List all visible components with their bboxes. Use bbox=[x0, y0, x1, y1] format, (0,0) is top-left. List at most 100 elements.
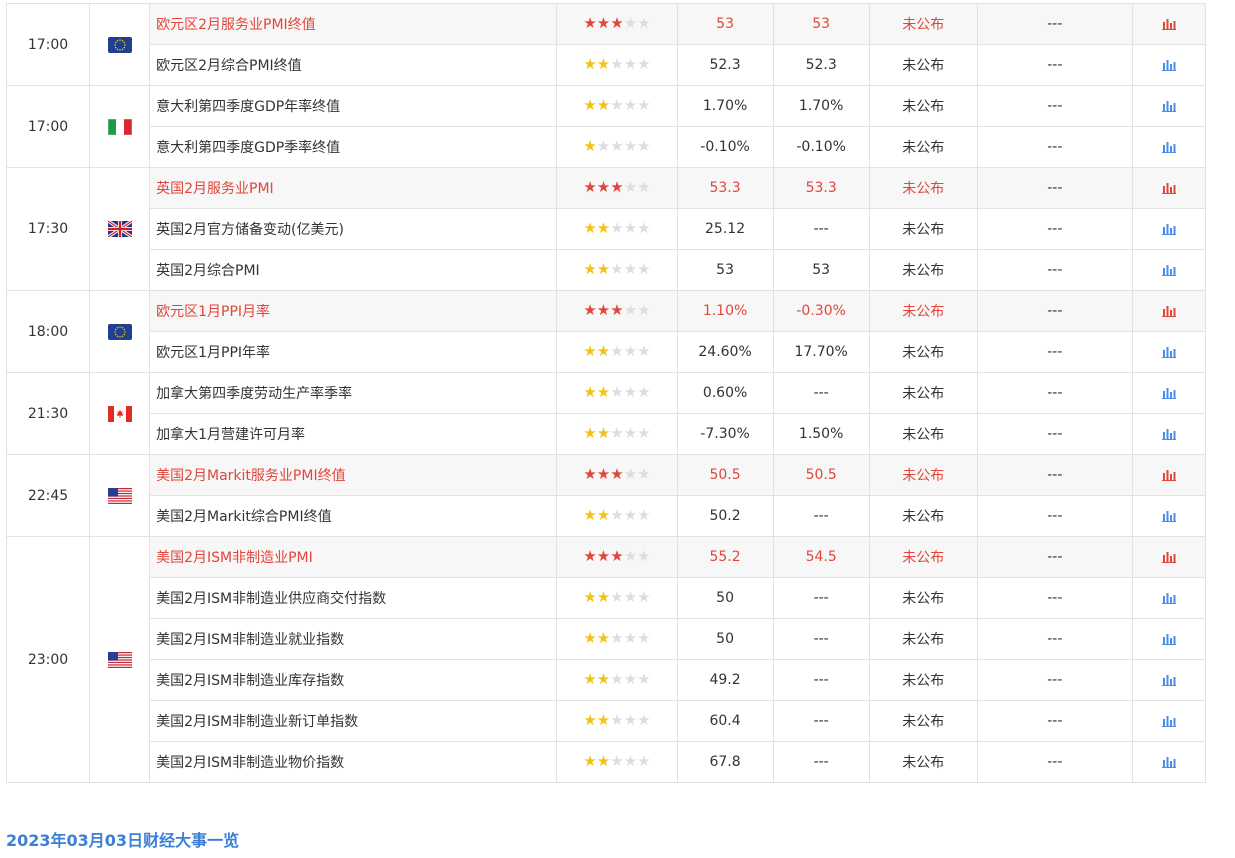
bar-chart-icon[interactable] bbox=[1161, 344, 1176, 360]
indicator-name[interactable]: 加拿大1月营建许可月率 bbox=[149, 413, 558, 455]
indicator-name[interactable]: 欧元区2月综合PMI终值 bbox=[149, 44, 558, 86]
indicator-name[interactable]: 美国2月ISM非制造业供应商交付指数 bbox=[149, 577, 558, 619]
star-icon: ★ bbox=[637, 465, 651, 483]
bar-chart-icon[interactable] bbox=[1161, 303, 1176, 319]
star-icon: ★ bbox=[596, 383, 611, 401]
star-icon: ★ bbox=[623, 629, 638, 647]
actual-value: 未公布 bbox=[868, 577, 978, 619]
indicator-name[interactable]: 加拿大第四季度劳动生产率季率 bbox=[149, 372, 558, 414]
bar-chart-icon[interactable] bbox=[1161, 713, 1176, 729]
indicator-name[interactable]: 欧元区1月PPI年率 bbox=[149, 331, 558, 373]
chart-cell[interactable] bbox=[1131, 372, 1207, 414]
indicator-name[interactable]: 美国2月ISM非制造业PMI bbox=[149, 536, 558, 578]
star-icon: ★ bbox=[596, 14, 611, 32]
star-icon: ★ bbox=[596, 711, 611, 729]
bar-chart-icon[interactable] bbox=[1161, 57, 1176, 73]
event-time: 21:30 bbox=[5, 372, 91, 455]
impact-value: --- bbox=[976, 249, 1133, 291]
country-flag-cell bbox=[89, 167, 151, 291]
previous-value: 60.4 bbox=[676, 700, 774, 742]
country-flag-cell bbox=[89, 290, 151, 373]
star-icon: ★ bbox=[637, 547, 651, 565]
chart-cell[interactable] bbox=[1131, 700, 1207, 742]
indicator-name[interactable]: 美国2月Markit综合PMI终值 bbox=[149, 495, 558, 537]
chart-cell[interactable] bbox=[1131, 536, 1207, 578]
bar-chart-icon[interactable] bbox=[1161, 508, 1176, 524]
indicator-name[interactable]: 美国2月ISM非制造业库存指数 bbox=[149, 659, 558, 701]
table-row: 美国2月ISM非制造业就业指数 ★★★★★ 50 --- 未公布 --- bbox=[7, 618, 1207, 660]
bar-chart-icon[interactable] bbox=[1161, 385, 1176, 401]
bar-chart-icon[interactable] bbox=[1161, 221, 1176, 237]
event-time: 22:45 bbox=[5, 454, 91, 537]
star-icon: ★ bbox=[596, 588, 611, 606]
bar-chart-icon[interactable] bbox=[1161, 754, 1176, 770]
star-icon: ★ bbox=[583, 424, 597, 442]
chart-cell[interactable] bbox=[1131, 167, 1207, 209]
bar-chart-icon[interactable] bbox=[1161, 631, 1176, 647]
chart-cell[interactable] bbox=[1131, 659, 1207, 701]
star-icon: ★ bbox=[610, 55, 624, 73]
chart-cell[interactable] bbox=[1131, 3, 1207, 45]
star-icon: ★ bbox=[583, 178, 597, 196]
indicator-name[interactable]: 美国2月ISM非制造业新订单指数 bbox=[149, 700, 558, 742]
chart-cell[interactable] bbox=[1131, 208, 1207, 250]
chart-cell[interactable] bbox=[1131, 741, 1207, 783]
indicator-name[interactable]: 欧元区2月服务业PMI终值 bbox=[149, 3, 558, 45]
star-icon: ★ bbox=[610, 752, 624, 770]
forecast-value: --- bbox=[772, 700, 870, 742]
star-icon: ★ bbox=[623, 465, 638, 483]
chart-cell[interactable] bbox=[1131, 413, 1207, 455]
bar-chart-icon[interactable] bbox=[1161, 139, 1176, 155]
indicator-name[interactable]: 意大利第四季度GDP年率终值 bbox=[149, 85, 558, 127]
indicator-name[interactable]: 欧元区1月PPI月率 bbox=[149, 290, 558, 332]
chart-cell[interactable] bbox=[1131, 85, 1207, 127]
star-icon: ★ bbox=[583, 96, 597, 114]
chart-cell[interactable] bbox=[1131, 44, 1207, 86]
bar-chart-icon[interactable] bbox=[1161, 549, 1176, 565]
section-title-link[interactable]: 2023年03月03日财经大事一览 bbox=[6, 827, 239, 851]
event-time: 23:00 bbox=[5, 536, 91, 783]
bar-chart-icon[interactable] bbox=[1161, 426, 1176, 442]
star-icon: ★ bbox=[610, 219, 624, 237]
star-icon: ★ bbox=[637, 137, 651, 155]
star-icon: ★ bbox=[637, 670, 651, 688]
chart-cell[interactable] bbox=[1131, 126, 1207, 168]
table-row: 18:00 欧元区1月PPI月率 ★★★★★ 1.10% -0.30% 未公布 --- bbox=[5, 290, 1207, 373]
indicator-name[interactable]: 英国2月官方储备变动(亿美元) bbox=[149, 208, 558, 250]
bar-chart-icon[interactable] bbox=[1161, 98, 1176, 114]
actual-value: 未公布 bbox=[868, 44, 978, 86]
actual-value: 未公布 bbox=[868, 3, 978, 45]
bar-chart-icon[interactable] bbox=[1161, 262, 1176, 278]
star-icon: ★ bbox=[610, 342, 624, 360]
indicator-name[interactable]: 英国2月综合PMI bbox=[149, 249, 558, 291]
table-row: 21:30 加拿大第四季度劳动生产率季率 ★★★★★ 0.60% --- 未公布 --- bbox=[5, 372, 1207, 455]
chart-cell[interactable] bbox=[1131, 495, 1207, 537]
importance-stars: ★★★★★ bbox=[556, 3, 678, 45]
chart-cell[interactable] bbox=[1131, 577, 1207, 619]
star-icon: ★ bbox=[623, 424, 638, 442]
actual-value: 未公布 bbox=[868, 495, 978, 537]
star-icon: ★ bbox=[596, 301, 611, 319]
star-icon: ★ bbox=[596, 178, 611, 196]
star-icon: ★ bbox=[637, 178, 651, 196]
star-icon: ★ bbox=[623, 219, 638, 237]
indicator-name[interactable]: 美国2月Markit服务业PMI终值 bbox=[149, 454, 558, 496]
bar-chart-icon[interactable] bbox=[1161, 467, 1176, 483]
chart-cell[interactable] bbox=[1131, 331, 1207, 373]
chart-cell[interactable] bbox=[1131, 454, 1207, 496]
bar-chart-icon[interactable] bbox=[1161, 16, 1176, 32]
indicator-name[interactable]: 美国2月ISM非制造业就业指数 bbox=[149, 618, 558, 660]
chart-cell[interactable] bbox=[1131, 290, 1207, 332]
bar-chart-icon[interactable] bbox=[1161, 672, 1176, 688]
star-icon: ★ bbox=[610, 137, 624, 155]
indicator-name[interactable]: 英国2月服务业PMI bbox=[149, 167, 558, 209]
chart-cell[interactable] bbox=[1131, 618, 1207, 660]
bar-chart-icon[interactable] bbox=[1161, 180, 1176, 196]
bar-chart-icon[interactable] bbox=[1161, 590, 1176, 606]
indicator-name[interactable]: 美国2月ISM非制造业物价指数 bbox=[149, 741, 558, 783]
indicator-name[interactable]: 意大利第四季度GDP季率终值 bbox=[149, 126, 558, 168]
chart-cell[interactable] bbox=[1131, 249, 1207, 291]
impact-value: --- bbox=[976, 495, 1133, 537]
star-icon: ★ bbox=[596, 260, 611, 278]
event-time: 18:00 bbox=[5, 290, 91, 373]
